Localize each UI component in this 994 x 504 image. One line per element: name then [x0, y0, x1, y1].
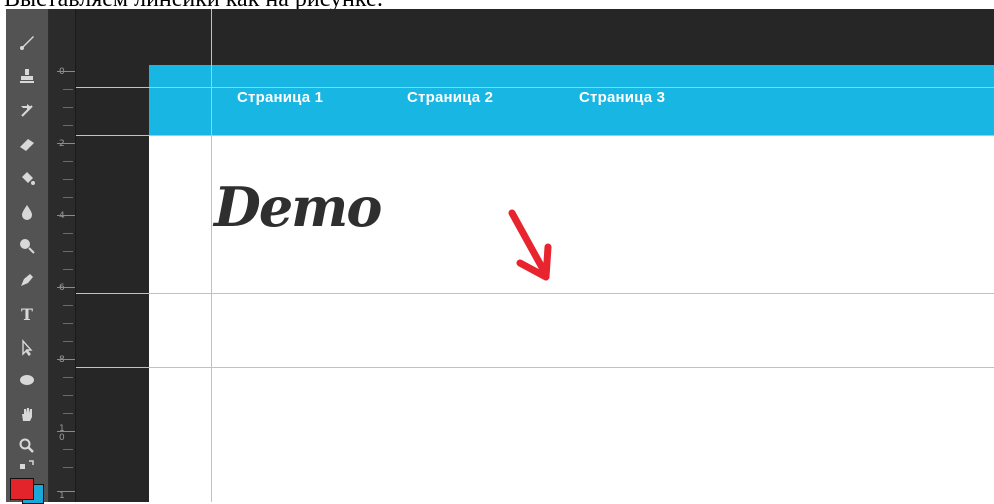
nav-link-page-2[interactable]: Страница 2 — [407, 89, 493, 106]
zoom-icon[interactable] — [14, 435, 40, 457]
type-icon[interactable]: T — [14, 303, 40, 325]
horizontal-guide[interactable] — [76, 293, 994, 294]
document-canvas[interactable]: Страница 1 Страница 2 Страница 3 Demo — [149, 65, 994, 502]
paint-bucket-icon[interactable] — [14, 167, 40, 189]
ruler-label: 2 — [59, 139, 65, 149]
ruler-label: 1 0 — [59, 424, 65, 443]
vertical-ruler: 0 2 4 6 8 1 0 1 — [49, 9, 76, 502]
blur-icon[interactable] — [14, 201, 40, 223]
eraser-icon[interactable] — [14, 133, 40, 155]
horizontal-guide[interactable] — [76, 87, 994, 88]
site-logo: Demo — [214, 175, 382, 239]
site-navbar: Страница 1 Страница 2 Страница 3 — [149, 65, 994, 135]
brush-icon[interactable] — [14, 31, 40, 53]
shape-icon[interactable] — [14, 369, 40, 391]
foreground-color-swatch[interactable] — [10, 478, 34, 500]
vertical-guide[interactable] — [211, 9, 212, 502]
tools-panel: T — [6, 9, 49, 502]
red-arrow-annotation — [508, 209, 552, 281]
stamp-icon[interactable] — [14, 65, 40, 87]
ruler-label: 0 — [59, 67, 65, 77]
hand-icon[interactable] — [14, 403, 40, 425]
svg-text:T: T — [21, 305, 33, 323]
swap-colors-icon[interactable] — [14, 459, 40, 475]
history-brush-icon[interactable] — [14, 99, 40, 121]
nav-link-page-3[interactable]: Страница 3 — [579, 89, 665, 106]
ruler-label: 8 — [59, 355, 65, 365]
ruler-label: 6 — [59, 283, 65, 293]
dodge-icon[interactable] — [14, 235, 40, 257]
ruler-label: 1 — [59, 491, 65, 501]
ruler-label: 4 — [59, 211, 65, 221]
nav-link-page-1[interactable]: Страница 1 — [237, 89, 323, 106]
pen-icon[interactable] — [14, 269, 40, 291]
horizontal-guide[interactable] — [76, 135, 994, 136]
path-select-icon[interactable] — [14, 337, 40, 359]
horizontal-guide[interactable] — [76, 367, 994, 368]
